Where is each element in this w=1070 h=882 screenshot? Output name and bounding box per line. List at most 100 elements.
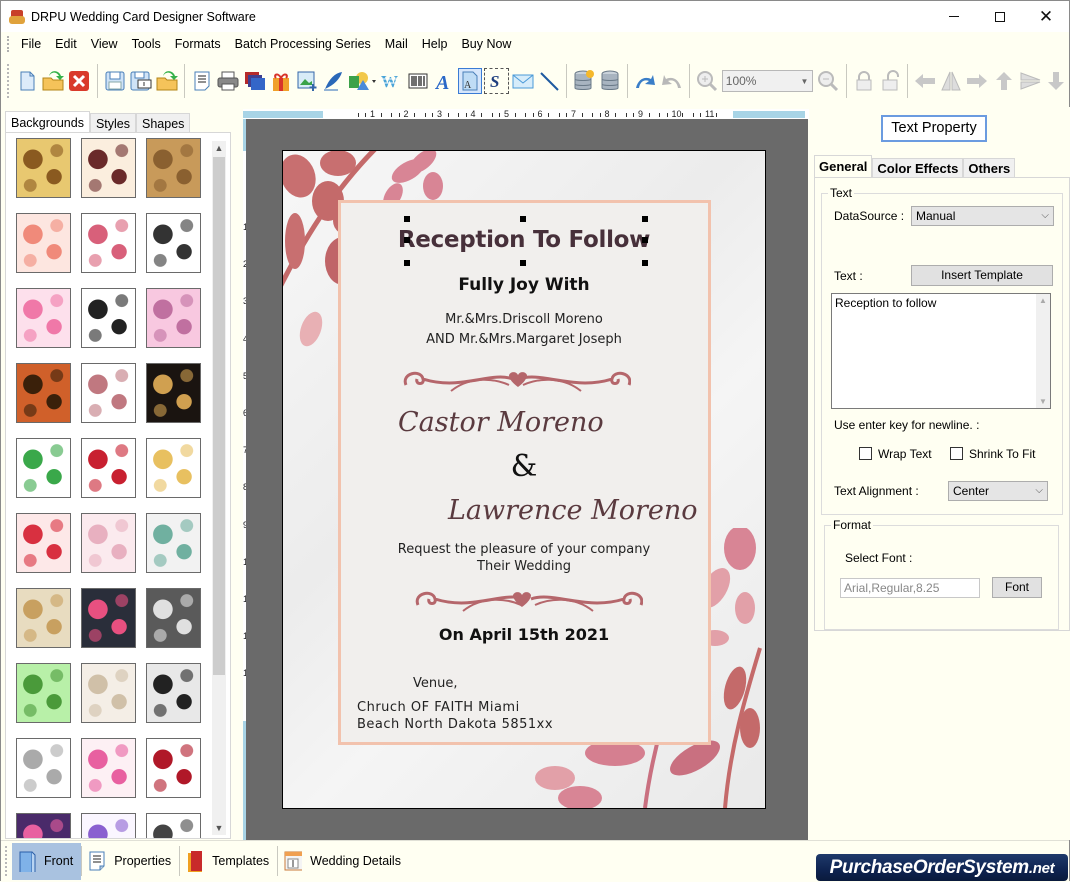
line-button[interactable] <box>537 68 561 94</box>
text-content-input[interactable]: Reception to follow ▲ ▼ <box>831 293 1051 409</box>
add-image-button[interactable] <box>295 68 319 94</box>
flip-horizontal-button[interactable] <box>939 68 963 94</box>
resize-handle[interactable] <box>520 216 526 222</box>
background-thumbnail-colorful-flowers[interactable] <box>81 813 136 838</box>
background-thumbnail-pink-flowers[interactable] <box>16 213 71 273</box>
text-tool-button[interactable]: A <box>457 68 483 94</box>
move-down-button[interactable] <box>1044 68 1068 94</box>
card-address-line1[interactable]: Chruch OF FAITH Miami <box>357 700 520 715</box>
templates-view-button[interactable]: Templates <box>180 843 277 880</box>
datasource-dropdown[interactable]: Manual ⌵ <box>911 206 1054 226</box>
barcode-button[interactable] <box>405 68 429 94</box>
background-thumbnail-pink-butterflies[interactable] <box>81 738 136 798</box>
menu-batch-processing[interactable]: Batch Processing Series <box>228 32 378 56</box>
shrink-to-fit-checkbox[interactable] <box>950 447 963 460</box>
menu-mail[interactable]: Mail <box>378 32 415 56</box>
wedding-card[interactable]: Reception To Follow Fully Joy With Mr.&M… <box>282 150 766 809</box>
menu-formats[interactable]: Formats <box>168 32 228 56</box>
background-thumbnail-elephant-head[interactable] <box>81 363 136 423</box>
print-button[interactable] <box>216 68 240 94</box>
layers-button[interactable] <box>242 68 266 94</box>
background-thumbnail-butterfly-gold[interactable] <box>16 138 71 198</box>
card-name2-text[interactable]: Lawrence Moreno <box>448 495 698 526</box>
watermark-button[interactable]: W <box>379 68 404 94</box>
properties-view-button[interactable]: Properties <box>82 843 179 880</box>
background-thumbnail-crescent-star[interactable] <box>146 438 201 498</box>
tab-others[interactable]: Others <box>963 158 1016 177</box>
scroll-down-icon[interactable]: ▼ <box>1036 397 1050 406</box>
zoom-in-button[interactable] <box>695 68 719 94</box>
resize-handle[interactable] <box>642 216 648 222</box>
unlock-button[interactable] <box>878 68 902 94</box>
menu-file[interactable]: File <box>14 32 48 56</box>
close-document-button[interactable] <box>67 68 91 94</box>
card-heading-text[interactable]: Reception To Follow <box>283 227 765 253</box>
card-date-text[interactable]: On April 15th 2021 <box>283 625 765 644</box>
font-button[interactable]: Font <box>992 577 1042 598</box>
card-request-line1[interactable]: Request the pleasure of your company <box>283 542 765 557</box>
panel-splitter[interactable] <box>235 107 243 840</box>
background-thumbnail-black-white-lace[interactable] <box>146 663 201 723</box>
resize-handle[interactable] <box>520 260 526 266</box>
zoom-out-button[interactable] <box>816 68 840 94</box>
flip-vertical-button[interactable] <box>1018 68 1042 94</box>
scroll-up-icon[interactable]: ▲ <box>1036 296 1050 305</box>
text-property-button[interactable]: Text Property <box>881 115 987 142</box>
insert-template-button[interactable]: Insert Template <box>911 265 1053 286</box>
tab-shapes[interactable]: Shapes <box>136 113 191 133</box>
card-request-line2[interactable]: Their Wedding <box>283 559 765 574</box>
background-thumbnail-rose-petals[interactable] <box>81 438 136 498</box>
lock-button[interactable] <box>852 68 876 94</box>
background-thumbnail-purple-paisley[interactable] <box>16 813 71 838</box>
resize-handle[interactable] <box>404 260 410 266</box>
background-thumbnail-black-floral[interactable] <box>146 363 201 423</box>
database-button[interactable] <box>598 68 622 94</box>
minimize-button[interactable] <box>931 1 977 32</box>
menu-buy-now[interactable]: Buy Now <box>454 32 518 56</box>
card-parents-line1[interactable]: Mr.&Mrs.Driscoll Moreno <box>283 312 765 327</box>
save-button[interactable] <box>102 68 126 94</box>
save-as-button[interactable] <box>129 68 153 94</box>
background-thumbnail-couple-sketch[interactable] <box>146 813 201 838</box>
wordart-button[interactable]: A <box>432 68 456 94</box>
tab-backgrounds[interactable]: Backgrounds <box>5 111 90 133</box>
text-alignment-dropdown[interactable]: Center ⌵ <box>948 481 1048 501</box>
export-button[interactable] <box>155 68 179 94</box>
background-thumbnail-green-floral[interactable] <box>16 663 71 723</box>
card-parents-line2[interactable]: AND Mr.&Mrs.Margaret Joseph <box>283 332 765 347</box>
background-thumbnail-mandala[interactable] <box>146 513 201 573</box>
background-thumbnail-khanda-symbol[interactable] <box>146 738 201 798</box>
scrollbar-thumb[interactable] <box>213 157 225 675</box>
background-thumbnail-pink-hearts[interactable] <box>16 288 71 348</box>
menu-view[interactable]: View <box>84 32 125 56</box>
background-thumbnail-paisley-lace[interactable] <box>81 138 136 198</box>
move-left-button[interactable] <box>913 68 937 94</box>
zoom-level-dropdown[interactable]: 100% ▼ <box>721 70 814 92</box>
backgrounds-scrollbar[interactable]: ▲ ▼ <box>212 141 226 835</box>
properties-button[interactable] <box>190 68 214 94</box>
tab-color-effects[interactable]: Color Effects <box>872 158 964 177</box>
background-thumbnail-beige-floral[interactable] <box>81 663 136 723</box>
front-view-button[interactable]: Front <box>12 842 82 880</box>
resize-handle[interactable] <box>404 237 410 243</box>
tab-general[interactable]: General <box>814 155 873 177</box>
pen-button[interactable] <box>321 68 345 94</box>
resize-handle[interactable] <box>642 237 648 243</box>
scroll-down-icon[interactable]: ▼ <box>212 821 226 835</box>
move-up-button[interactable] <box>991 68 1015 94</box>
resize-handle[interactable] <box>642 260 648 266</box>
card-venue-label[interactable]: Venue, <box>413 676 458 691</box>
shapes-button[interactable] <box>347 68 377 94</box>
background-thumbnail-swan-sketch[interactable] <box>16 738 71 798</box>
card-subheading-text[interactable]: Fully Joy With <box>283 275 765 295</box>
background-thumbnail-red-hearts[interactable] <box>16 513 71 573</box>
background-thumbnail-ganesha-orange[interactable] <box>16 363 71 423</box>
menu-tools[interactable]: Tools <box>125 32 168 56</box>
background-thumbnail-pink-lace[interactable] <box>81 513 136 573</box>
signature-button[interactable]: S <box>484 68 509 94</box>
menu-help[interactable]: Help <box>415 32 455 56</box>
undo-button[interactable] <box>633 68 657 94</box>
background-thumbnail-gray-lace[interactable] <box>146 588 201 648</box>
resize-handle[interactable] <box>404 216 410 222</box>
gift-button[interactable] <box>269 68 293 94</box>
